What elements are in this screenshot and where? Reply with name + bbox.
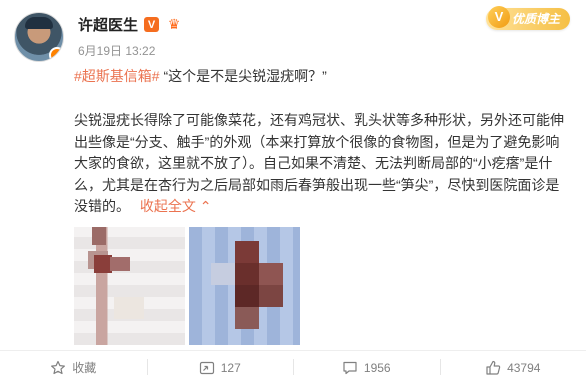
avatar[interactable] (14, 12, 64, 62)
repost-count: 127 (220, 360, 241, 375)
vip-icon: V (144, 17, 160, 32)
post-time[interactable]: 13:22 (125, 44, 155, 58)
like-button[interactable]: 43794 (439, 351, 586, 384)
comment-count: 1956 (363, 360, 391, 375)
post-date[interactable]: 6月19日 (78, 44, 122, 58)
question-text: “这个是不是尖锐湿疣啊？” (163, 68, 327, 84)
image-gallery (74, 227, 300, 345)
repost-icon (199, 360, 215, 376)
avatar-cap (25, 17, 53, 29)
thumbs-up-icon (485, 360, 501, 376)
post-meta: 6月19日 13:22 (78, 42, 155, 59)
chevron-up-icon: ⌃ (199, 198, 212, 214)
crown-icon: ♛ (167, 16, 181, 32)
collapse-label: 收起全文 (139, 198, 196, 214)
quality-badge-label: 优质博主 (511, 12, 560, 26)
image-thumbnail[interactable] (189, 227, 300, 345)
like-count: 43794 (507, 360, 541, 375)
topic-link[interactable]: #超斯基信箱# (74, 68, 160, 84)
action-bar: 收藏 127 1956 43794 (0, 351, 586, 384)
author-name[interactable]: 许超医生 (78, 14, 138, 35)
post-body: 尖锐湿疣长得除了可能像菜花，还有鸡冠状、乳头状等多种形状，另外还可能伸出些像是“… (74, 110, 564, 218)
verified-badge-icon (49, 47, 63, 61)
favorite-label: 收藏 (72, 361, 97, 375)
repost-button[interactable]: 127 (146, 351, 294, 384)
post-lead: #超斯基信箱# “这个是不是尖锐湿疣啊？” (74, 66, 327, 86)
v-badge-icon: V (487, 6, 510, 28)
star-icon (50, 360, 66, 376)
image-thumbnail[interactable] (74, 227, 185, 345)
comment-icon (342, 360, 358, 376)
collapse-link[interactable]: 收起全文 ⌃ (140, 198, 212, 214)
quality-creator-badge[interactable]: V 优质博主 (485, 6, 570, 30)
author-row: 许超医生 V ♛ (78, 14, 183, 35)
favorite-button[interactable]: 收藏 (0, 351, 147, 384)
comment-button[interactable]: 1956 (293, 351, 440, 384)
